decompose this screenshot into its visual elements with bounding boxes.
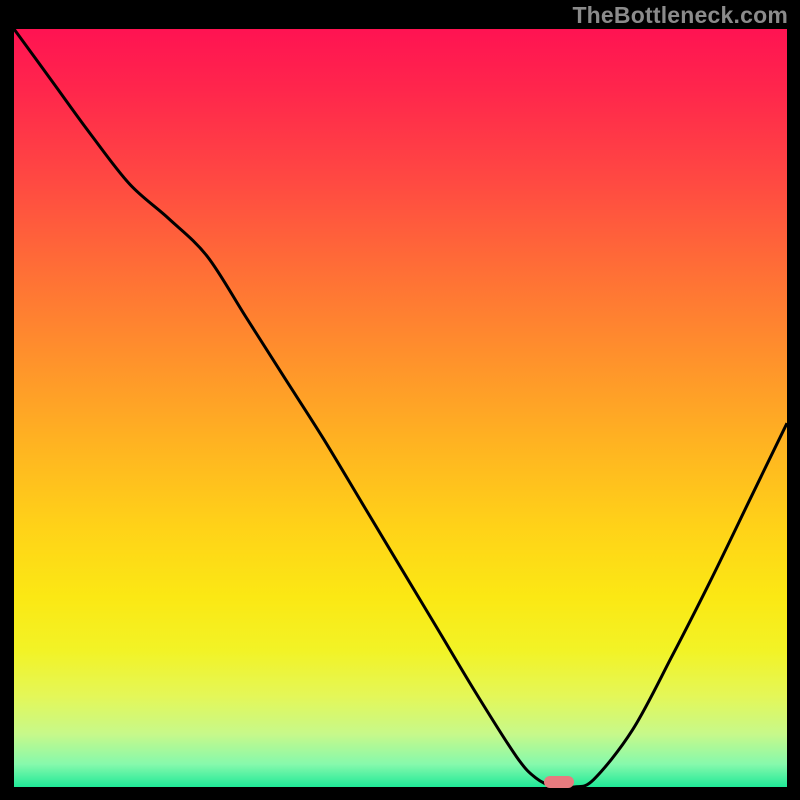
curve-line xyxy=(14,29,787,788)
bottleneck-curve xyxy=(14,29,787,787)
highlight-marker xyxy=(544,776,574,788)
chart-frame: TheBottleneck.com xyxy=(0,0,800,800)
watermark-text: TheBottleneck.com xyxy=(572,2,788,29)
